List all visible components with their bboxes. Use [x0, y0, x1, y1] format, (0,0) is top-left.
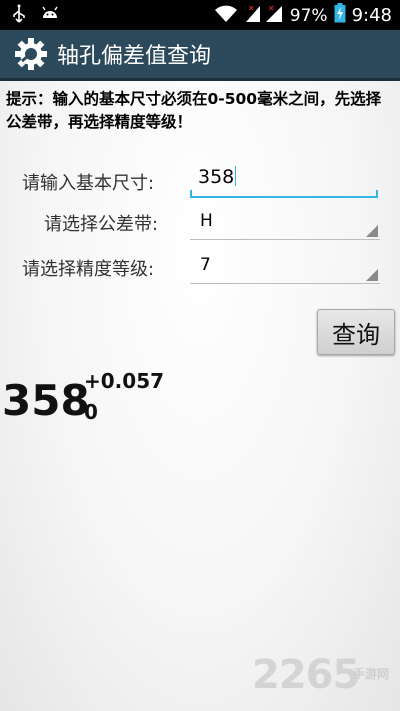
status-bar: ✕ ✕ 97% 9:48: [0, 0, 400, 30]
svg-text:✕: ✕: [268, 4, 275, 13]
watermark-text: 手游网: [353, 667, 390, 681]
grade-label: 请选择精度等级:: [22, 259, 155, 280]
battery-percent: 97%: [289, 5, 328, 26]
watermark-number: 2265: [252, 652, 360, 698]
grade-spinner[interactable]: 7: [190, 251, 380, 284]
svg-text:✕: ✕: [248, 4, 255, 13]
text-cursor: [235, 166, 237, 186]
query-button[interactable]: 查询: [317, 309, 395, 355]
signal-icon: ✕ ✕: [244, 3, 284, 28]
action-bar: 轴孔偏差值查询: [0, 30, 400, 81]
size-input[interactable]: 358: [190, 162, 378, 198]
usb-icon: [12, 4, 26, 28]
tolerance-spinner[interactable]: H: [190, 207, 380, 240]
result-upper-deviation: +0.057: [84, 369, 165, 393]
android-debug-icon: [40, 6, 60, 26]
wifi-icon: [214, 3, 238, 28]
dropdown-arrow-icon: [366, 269, 378, 281]
result-base-size: 358: [2, 376, 90, 425]
gear-icon[interactable]: [14, 37, 48, 71]
app-title: 轴孔偏差值查询: [57, 44, 212, 69]
tolerance-spinner-value: H: [200, 211, 213, 231]
hint-text: 提示：输入的基本尺寸必须在0-500毫米之间，先选择公差带，再选择精度等级！: [6, 90, 382, 131]
result-lower-deviation: 0: [84, 400, 98, 424]
clock: 9:48: [351, 5, 392, 26]
grade-spinner-value: 7: [200, 255, 211, 275]
battery-charging-icon: [334, 3, 346, 28]
watermark-logo: 2265 手游网: [250, 652, 400, 704]
size-input-value: 358: [198, 166, 235, 188]
tolerance-label: 请选择公差带:: [44, 214, 159, 235]
dropdown-arrow-icon: [366, 225, 378, 237]
size-label: 请输入基本尺寸:: [22, 173, 155, 194]
